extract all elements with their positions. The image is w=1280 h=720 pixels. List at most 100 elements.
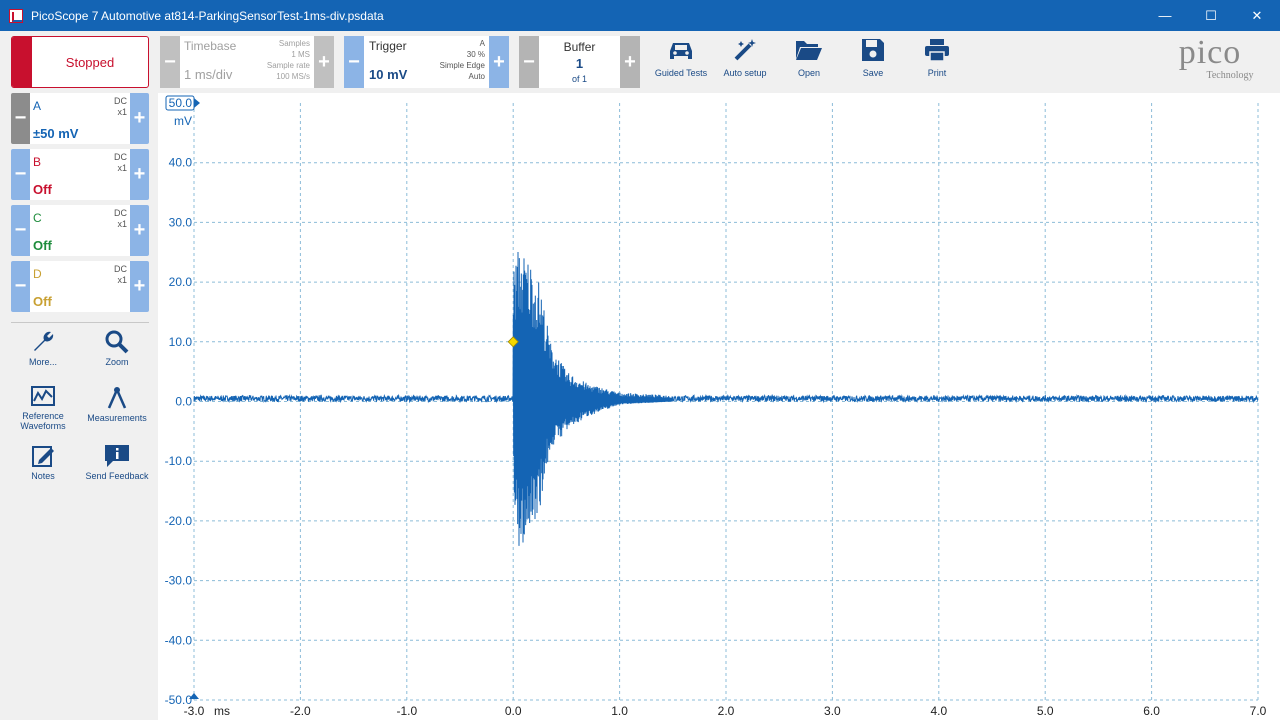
x-tick-label: 6.0 xyxy=(1143,704,1160,718)
x-tick-label: 7.0 xyxy=(1250,704,1267,718)
trigger-decrease[interactable]: − xyxy=(344,36,364,88)
channel-d-range: Off xyxy=(33,294,52,309)
auto-setup-label: Auto setup xyxy=(723,68,767,78)
channel-b-range-increase[interactable]: + xyxy=(130,149,149,200)
auto-setup-button[interactable]: Auto setup xyxy=(713,37,777,78)
trigger-label: Trigger xyxy=(369,39,407,53)
notes-icon xyxy=(32,446,54,467)
channel-a-letter: A xyxy=(33,99,42,113)
buffer-value: 1 xyxy=(575,56,584,71)
pico-technology-logo: pico Technology xyxy=(1150,36,1270,90)
measurements-button[interactable]: Measurements xyxy=(82,385,152,423)
toolbar: − Timebase 1 ms/div Samples 1 MS Sample … xyxy=(158,31,1280,93)
send-feedback-button[interactable]: Send Feedback xyxy=(82,443,152,481)
guided-tests-button[interactable]: Guided Tests xyxy=(649,37,713,78)
channel-c-range: Off xyxy=(33,238,52,253)
buffer-previous[interactable]: − xyxy=(519,36,539,88)
x-tick-label: -3.0 xyxy=(184,704,205,718)
zoom-tool-button[interactable]: Zoom xyxy=(82,329,152,367)
channel-c-coupling: DC x1 xyxy=(114,208,127,229)
y-tick-label: -20.0 xyxy=(165,514,193,528)
x-axis: -3.0 -2.0 -1.0 0.0 1.0 2.0 3.0 4.0 5.0 6.0 7.0 ms xyxy=(184,704,1267,718)
x-tick-label: -2.0 xyxy=(290,704,311,718)
timebase-increase[interactable]: + xyxy=(314,36,334,88)
reference-waveforms-icon xyxy=(31,386,55,406)
logo-tagline: Technology xyxy=(1206,70,1254,81)
y-tick-label: -10.0 xyxy=(165,454,193,468)
y-tick-label: 40.0 xyxy=(169,156,193,170)
channel-c-panel[interactable]: − C DC x1 Off + xyxy=(11,205,149,256)
channel-b-range-decrease[interactable]: − xyxy=(11,149,30,200)
picoscope-app-icon xyxy=(9,8,23,23)
timebase-label: Timebase xyxy=(184,39,237,53)
channel-a-range-decrease[interactable]: − xyxy=(11,93,30,144)
channel-c-letter: C xyxy=(33,211,42,225)
x-tick-label: 3.0 xyxy=(824,704,841,718)
channel-a-coupling: DC x1 xyxy=(114,96,127,117)
channel-c-range-decrease[interactable]: − xyxy=(11,205,30,256)
send-feedback-label: Send Feedback xyxy=(85,471,149,481)
more-label: More... xyxy=(28,357,57,367)
feedback-icon xyxy=(105,445,129,467)
x-tick-label: 0.0 xyxy=(505,704,522,718)
channel-d-panel[interactable]: − D DC x1 Off + xyxy=(11,261,149,312)
trigger-control[interactable]: − Trigger 10 mV A 30 % Simple Edge Auto … xyxy=(344,36,509,88)
save-label: Save xyxy=(862,68,884,78)
x-tick-label: 4.0 xyxy=(930,704,947,718)
close-button[interactable]: ✕ xyxy=(1234,0,1280,31)
channel-a-range-increase[interactable]: + xyxy=(130,93,149,144)
oscilloscope-graph[interactable]: 50.0 40.0 30.0 20.0 10.0 0.0 -10.0 -20.0 -30.0 -4… xyxy=(158,93,1280,720)
scope-view[interactable]: 50.0 40.0 30.0 20.0 10.0 0.0 -10.0 -20.0 -30.0 -4… xyxy=(158,93,1280,720)
trigger-settings-info: A 30 % Simple Edge Auto xyxy=(439,39,485,81)
y-tick-label: 0.0 xyxy=(175,395,192,409)
magic-wand-icon xyxy=(734,39,756,61)
buffer-count: of 1 xyxy=(571,74,587,84)
timebase-control[interactable]: − Timebase 1 ms/div Samples 1 MS Sample … xyxy=(160,36,334,88)
floppy-disk-icon xyxy=(862,39,884,61)
timebase-value: 1 ms/div xyxy=(184,67,233,82)
reference-waveforms-label: Reference Waveforms xyxy=(20,411,66,431)
timebase-decrease[interactable]: − xyxy=(160,36,180,88)
magnifier-icon xyxy=(105,330,129,354)
save-button[interactable]: Save xyxy=(841,37,905,78)
printer-icon xyxy=(925,39,949,62)
run-stop-label: Stopped xyxy=(65,54,115,70)
channel-b-coupling: DC x1 xyxy=(114,152,127,173)
print-button[interactable]: Print xyxy=(905,37,969,78)
reference-waveforms-button[interactable]: Reference Waveforms xyxy=(8,385,78,431)
open-button[interactable]: Open xyxy=(777,37,841,78)
buffer-next[interactable]: + xyxy=(620,36,640,88)
channel-d-range-decrease[interactable]: − xyxy=(11,261,30,312)
trigger-marker-group xyxy=(189,336,519,699)
car-icon xyxy=(670,43,692,59)
channel-d-letter: D xyxy=(33,267,42,281)
channel-b-panel[interactable]: − B DC x1 Off + xyxy=(11,149,149,200)
y-tick-label: 30.0 xyxy=(169,215,193,229)
title-bar: PicoScope 7 Automotive at814-ParkingSens… xyxy=(0,0,1280,31)
maximize-button[interactable]: ☐ xyxy=(1188,0,1234,31)
compass-icon xyxy=(107,387,127,409)
channel-c-range-increase[interactable]: + xyxy=(130,205,149,256)
channel-a-panel[interactable]: − A DC x1 ±50 mV + xyxy=(11,93,149,144)
y-tick-label: 10.0 xyxy=(169,335,193,349)
channel-a-range: ±50 mV xyxy=(33,126,79,141)
x-tick-label: 2.0 xyxy=(718,704,735,718)
logo-brand: pico xyxy=(1178,34,1242,71)
more-tool-button[interactable]: More... xyxy=(8,329,78,367)
buffer-control[interactable]: − Buffer 1 of 1 + xyxy=(519,36,640,88)
channel-d-range-increase[interactable]: + xyxy=(130,261,149,312)
x-unit-label: ms xyxy=(214,704,230,718)
x-tick-label: -1.0 xyxy=(396,704,417,718)
timebase-samples-info: Samples 1 MS Sample rate 100 MS/s xyxy=(266,39,310,81)
x-tick-label: 1.0 xyxy=(611,704,628,718)
trigger-increase[interactable]: + xyxy=(489,36,509,88)
zoom-label: Zoom xyxy=(105,357,129,367)
measurements-label: Measurements xyxy=(87,413,147,423)
y-tick-label: -40.0 xyxy=(165,633,193,647)
y-unit-label: mV xyxy=(174,114,192,128)
x-tick-label: 5.0 xyxy=(1037,704,1054,718)
minimize-button[interactable]: — xyxy=(1142,0,1188,31)
notes-button[interactable]: Notes xyxy=(8,443,78,481)
run-stop-button[interactable]: Stopped xyxy=(11,36,149,88)
print-label: Print xyxy=(927,68,947,78)
